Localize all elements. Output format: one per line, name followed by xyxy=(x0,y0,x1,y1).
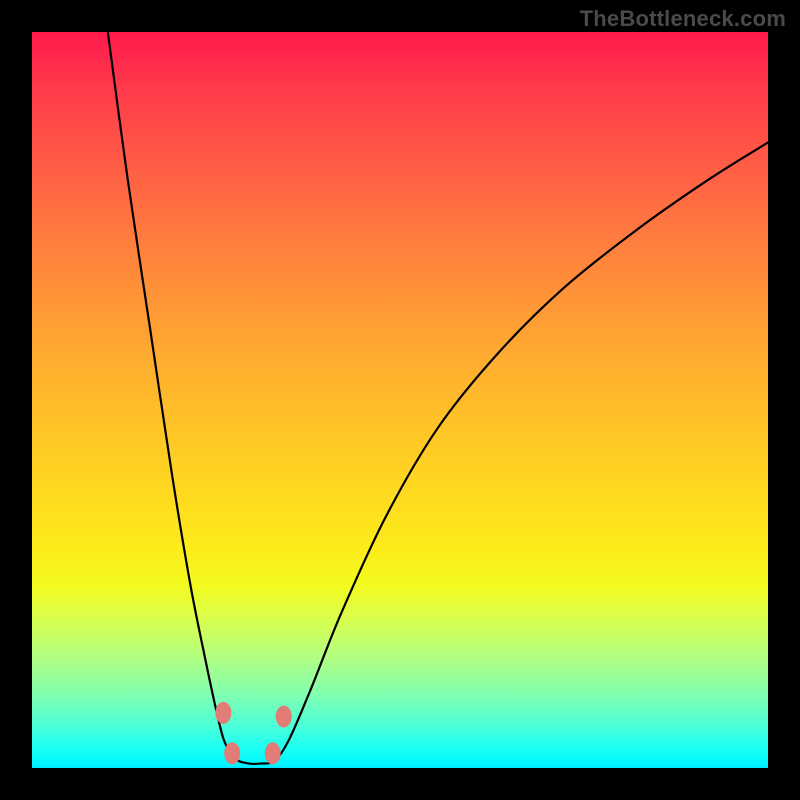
chart-frame: TheBottleneck.com xyxy=(0,0,800,800)
curve-marker xyxy=(276,705,292,727)
plot-area xyxy=(32,32,768,768)
watermark-text: TheBottleneck.com xyxy=(580,6,786,32)
curve-marker xyxy=(224,742,240,764)
curve-markers xyxy=(215,702,291,764)
curve-marker xyxy=(265,742,281,764)
bottleneck-curve xyxy=(108,32,768,764)
curve-marker xyxy=(215,702,231,724)
bottleneck-curve-svg xyxy=(32,32,768,768)
